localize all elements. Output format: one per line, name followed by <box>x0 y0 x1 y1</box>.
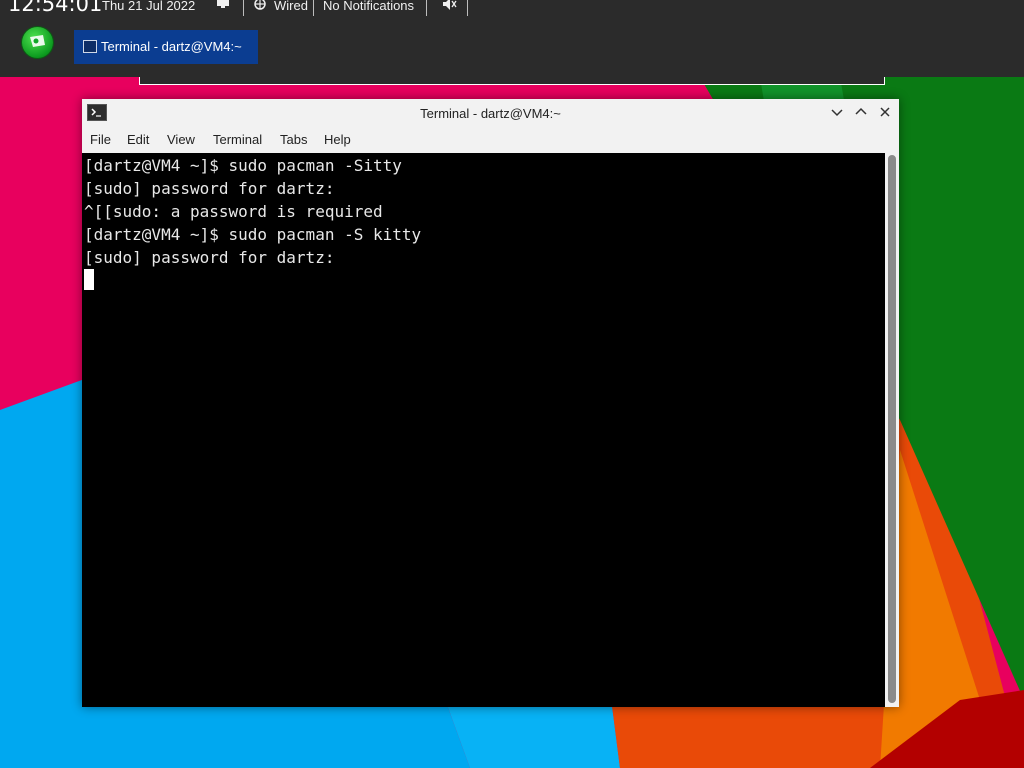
terminal-line: [dartz@VM4 ~]$ sudo pacman -S kitty <box>84 225 422 244</box>
menu-edit[interactable]: Edit <box>127 132 149 147</box>
panel-shadow-strip <box>139 77 885 85</box>
menu-terminal[interactable]: Terminal <box>213 132 262 147</box>
separator <box>426 0 427 16</box>
notifications-status[interactable]: No Notifications <box>323 0 414 13</box>
maximize-button[interactable] <box>853 105 869 121</box>
taskbar-item-label: Terminal - dartz@VM4:~ <box>101 39 242 54</box>
network-icon[interactable] <box>253 0 267 14</box>
terminal-line: [dartz@VM4 ~]$ sudo pacman -Sitty <box>84 156 402 175</box>
menu-bar: File Edit View Terminal Tabs Help <box>82 128 899 153</box>
separator <box>243 0 244 16</box>
volume-icon[interactable] <box>441 0 457 14</box>
terminal-output[interactable]: [dartz@VM4 ~]$ sudo pacman -Sitty [sudo]… <box>82 153 885 707</box>
clock[interactable]: 12:54:01 <box>8 0 102 16</box>
title-bar[interactable]: Terminal - dartz@VM4:~ <box>82 99 899 128</box>
menu-tabs[interactable]: Tabs <box>280 132 307 147</box>
menu-help[interactable]: Help <box>324 132 351 147</box>
date-label[interactable]: Thu 21 Jul 2022 <box>102 0 195 13</box>
close-button[interactable] <box>877 105 893 121</box>
text-cursor <box>84 269 94 290</box>
menu-file[interactable]: File <box>90 132 111 147</box>
terminal-line: ^[[sudo: a password is required <box>84 202 383 221</box>
separator <box>313 0 314 16</box>
minimize-button[interactable] <box>829 105 845 121</box>
network-status[interactable]: Wired <box>274 0 308 13</box>
window-title: Terminal - dartz@VM4:~ <box>420 106 561 121</box>
terminal-window: Terminal - dartz@VM4:~ File Edit View Te… <box>82 99 899 707</box>
menu-view[interactable]: View <box>167 132 195 147</box>
app-menu-logo-icon[interactable] <box>22 27 53 58</box>
scrollbar-thumb[interactable] <box>888 155 896 703</box>
scrollbar[interactable] <box>885 153 899 707</box>
taskbar-terminal-button[interactable]: Terminal - dartz@VM4:~ <box>74 30 258 64</box>
terminal-line: [sudo] password for dartz: <box>84 179 335 198</box>
terminal-icon <box>83 40 97 53</box>
display-icon[interactable] <box>216 0 230 12</box>
separator <box>467 0 468 16</box>
top-panel: 12:54:01 Thu 21 Jul 2022 Wired No Notifi… <box>0 0 1024 77</box>
terminal-line: [sudo] password for dartz: <box>84 248 335 267</box>
